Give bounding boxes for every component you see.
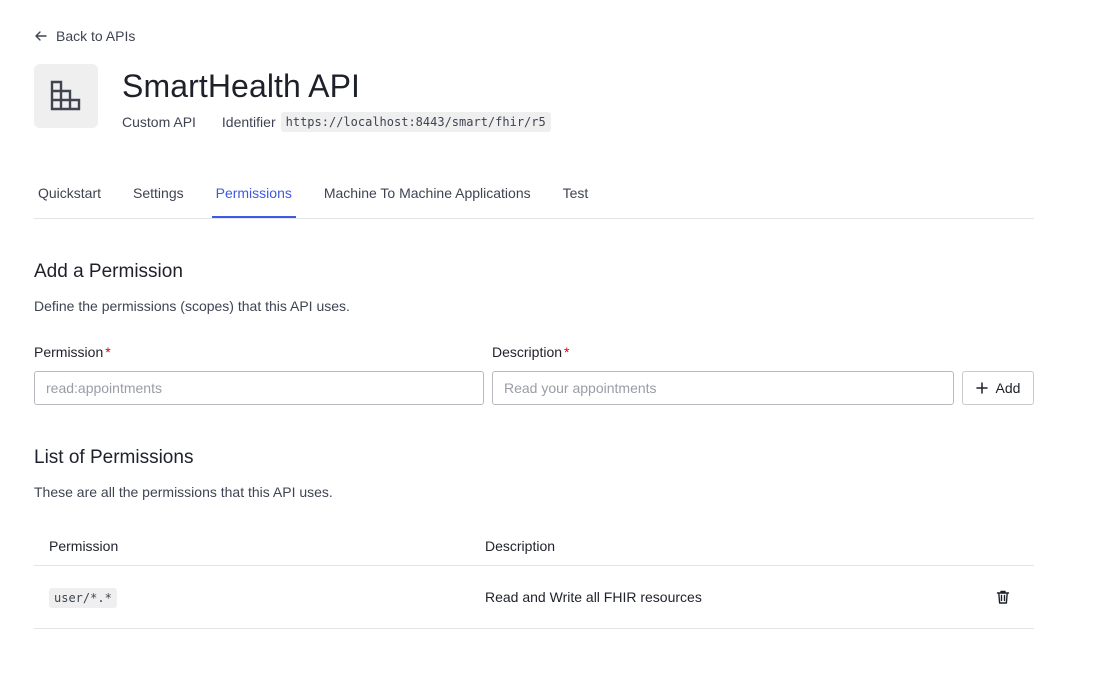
permission-input[interactable] [34, 371, 484, 405]
description-input[interactable] [492, 371, 954, 405]
permissions-list-heading: List of Permissions [34, 447, 194, 468]
permission-scope-value: user/*.* [49, 588, 117, 608]
api-type: Custom API [122, 114, 196, 130]
tab-machine-to-machine-applications[interactable]: Machine To Machine Applications [320, 172, 535, 218]
tab-settings[interactable]: Settings [129, 172, 188, 218]
add-button-label: Add [995, 380, 1021, 396]
column-header-description: Description [485, 538, 556, 554]
column-header-permission: Permission [49, 538, 119, 554]
delete-permission-button[interactable] [990, 584, 1016, 610]
arrow-left-icon [35, 31, 47, 41]
tab-bar: Quickstart Settings Permissions Machine … [34, 172, 1034, 219]
add-permission-heading: Add a Permission [34, 261, 183, 282]
identifier-label: Identifier [221, 114, 276, 130]
permission-description-value: Read and Write all FHIR resources [485, 589, 702, 605]
add-permission-button[interactable]: Add [962, 371, 1034, 405]
table-header: Permission Description [34, 527, 1034, 566]
back-link-label: Back to APIs [56, 28, 136, 44]
required-marker: * [105, 344, 111, 360]
tab-permissions[interactable]: Permissions [211, 172, 296, 218]
back-to-apis-link[interactable]: Back to APIs [34, 28, 135, 44]
permission-field-label: Permission * [34, 344, 111, 360]
api-header: SmartHealth API Custom API Identifier ht… [34, 64, 551, 132]
api-logo [34, 64, 98, 128]
building-blocks-icon [50, 80, 81, 111]
description-label-text: Description [492, 344, 563, 360]
trash-icon [996, 590, 1010, 604]
permissions-table: Permission Description user/*.* Read and… [34, 527, 1034, 629]
permissions-list-description: These are all the permissions that this … [34, 484, 333, 500]
identifier-value: https://localhost:8443/smart/fhir/r5 [280, 112, 551, 132]
required-marker: * [564, 344, 570, 360]
permission-label-text: Permission [34, 344, 104, 360]
description-field-label: Description * [492, 344, 569, 360]
table-row: user/*.* Read and Write all FHIR resourc… [34, 566, 1034, 629]
tab-test[interactable]: Test [559, 172, 593, 218]
plus-icon [975, 382, 988, 394]
add-permission-description: Define the permissions (scopes) that thi… [34, 298, 350, 314]
api-title: SmartHealth API [122, 68, 361, 104]
tab-quickstart[interactable]: Quickstart [34, 172, 105, 218]
